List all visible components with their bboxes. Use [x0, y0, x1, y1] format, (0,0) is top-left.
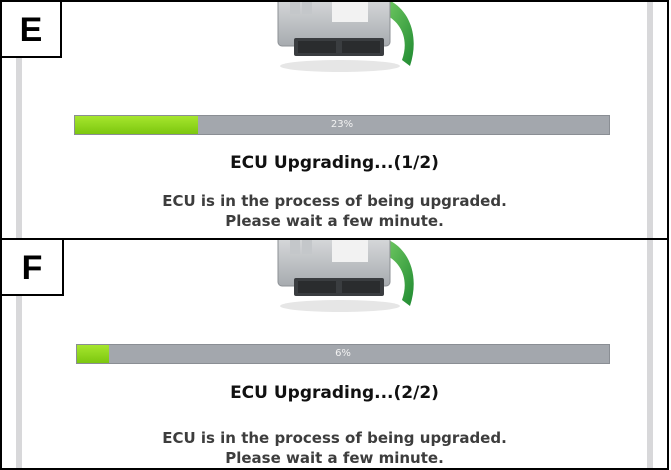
step-label: E: [2, 2, 62, 58]
status-message-line1: ECU is in the process of being upgraded.: [162, 192, 507, 210]
status-title: ECU Upgrading...(1/2): [230, 153, 439, 173]
status-message: ECU is in the process of being upgraded.…: [2, 428, 667, 468]
status-message: ECU is in the process of being upgraded.…: [2, 191, 667, 231]
progress-percent-text: 23%: [330, 119, 354, 130]
progress-percent-text: 6%: [335, 348, 351, 359]
step-panel-f: F 6% ECU Upgrading...(2/2) ECU is in the…: [0, 238, 669, 470]
progress-bar: 6%: [76, 344, 610, 364]
ecu-module-icon: [277, 240, 414, 312]
step-panel-e: E 23% ECU Upgrading...(1/2) ECU is in th…: [0, 0, 669, 240]
ecu-module-icon: [277, 2, 414, 72]
status-message-line2: Please wait a few minute.: [225, 212, 444, 230]
step-label: F: [2, 240, 64, 296]
status-title: ECU Upgrading...(2/2): [230, 383, 439, 403]
status-message-line2: Please wait a few minute.: [225, 449, 444, 467]
status-message-line1: ECU is in the process of being upgraded.: [162, 429, 507, 447]
progress-bar: 23%: [74, 115, 610, 135]
